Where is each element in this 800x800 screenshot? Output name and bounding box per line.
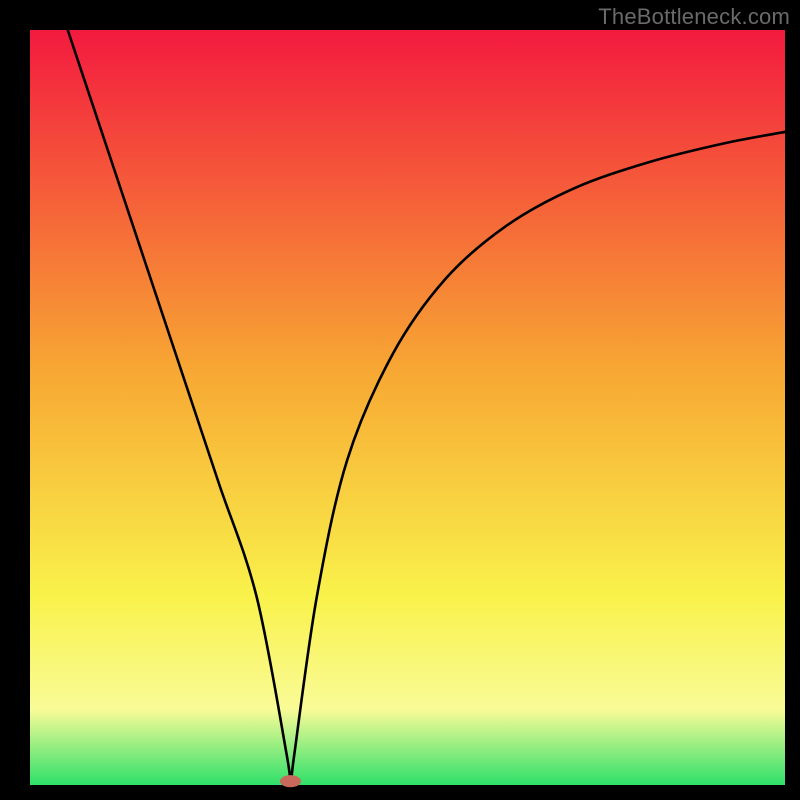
bottleneck-chart bbox=[0, 0, 800, 800]
chart-frame: TheBottleneck.com bbox=[0, 0, 800, 800]
plot-background bbox=[30, 30, 785, 785]
watermark-text: TheBottleneck.com bbox=[598, 4, 790, 30]
optimal-point-marker bbox=[280, 775, 301, 787]
